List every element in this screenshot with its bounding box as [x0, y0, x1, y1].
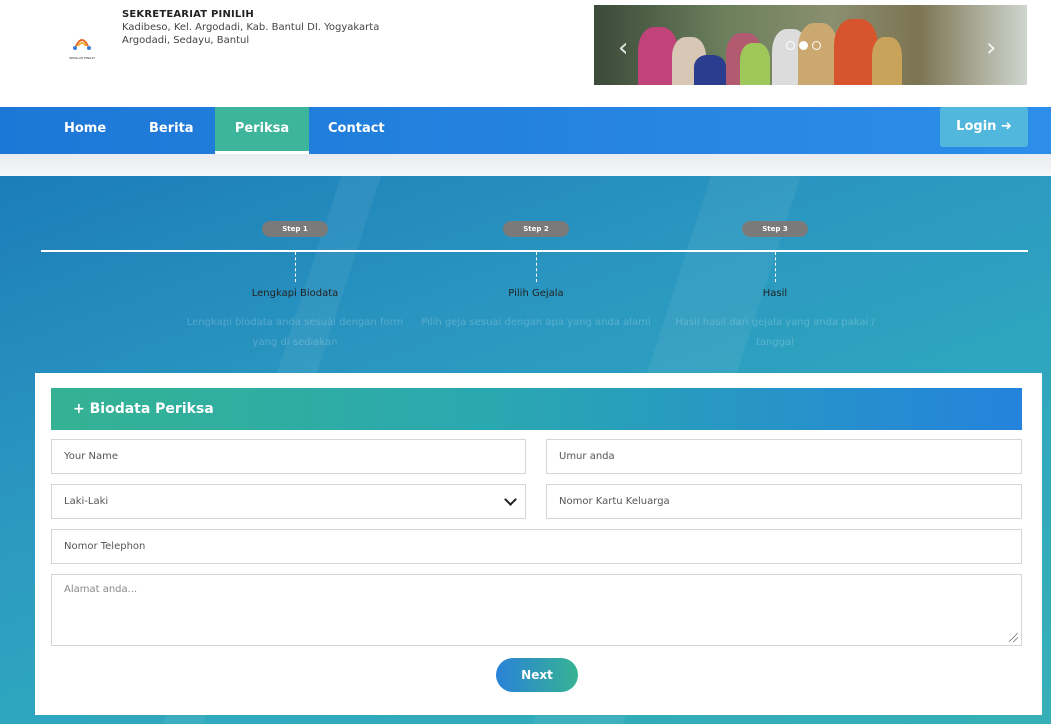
name-input[interactable]: Your Name: [51, 439, 526, 474]
login-button[interactable]: Login ➜: [940, 107, 1028, 147]
banner-dot-active[interactable]: [799, 41, 808, 50]
address-placeholder: Alamat anda...: [64, 584, 138, 595]
nav-item-periksa[interactable]: Periksa: [215, 107, 309, 154]
nav-item-contact[interactable]: Contact: [328, 107, 385, 154]
main-nav: Home Berita Periksa Contact Login ➜: [0, 107, 1051, 154]
nav-shadow: [0, 154, 1051, 176]
banner-photo-figure: [872, 37, 902, 85]
steps-line: [41, 250, 1028, 252]
step2-badge: Step 2: [503, 221, 569, 237]
org-address-line1: Kadibeso, Kel. Argodadi, Kab. Bantul DI.…: [122, 22, 380, 33]
step1-badge: Step 1: [262, 221, 328, 237]
step3-desc: Hasil hasil dari gejala yang anda pakai …: [675, 317, 875, 348]
step3-title: Hasil: [762, 288, 788, 299]
next-button[interactable]: Next: [496, 658, 578, 692]
kk-number-input[interactable]: Nomor Kartu Keluarga: [546, 484, 1022, 519]
step3-badge: Step 3: [742, 221, 808, 237]
step1-connector: [295, 252, 296, 282]
org-name: SEKRETEARIAT PINILIH: [122, 9, 254, 20]
banner-photo-figure: [740, 43, 770, 85]
step1-title: Lengkapi Biodata: [251, 288, 339, 299]
step2-title: Pilih Gejala: [508, 288, 564, 299]
step1-desc: Lengkapi biodata anda sesuai dengan form…: [186, 317, 404, 348]
phone-input[interactable]: Nomor Telephon: [51, 529, 1022, 564]
chevron-down-icon: [504, 493, 517, 506]
age-input[interactable]: Umur anda: [546, 439, 1022, 474]
banner-dots: [786, 41, 821, 50]
gender-select[interactable]: Laki-Laki: [51, 484, 526, 519]
org-address-line2: Argodadi, Sedayu, Bantul: [122, 35, 250, 46]
address-textarea[interactable]: Alamat anda...: [51, 574, 1022, 646]
step2-connector: [536, 252, 537, 282]
step2-desc: Pilih geja sesuai dengan apa yang anda a…: [421, 317, 651, 328]
nav-item-home[interactable]: Home: [64, 107, 106, 154]
nav-item-berita[interactable]: Berita: [149, 107, 194, 154]
gender-select-value: Laki-Laki: [64, 496, 109, 507]
banner-dot[interactable]: [786, 41, 795, 50]
banner-next-arrow[interactable]: ›: [986, 33, 996, 63]
site-header: SEKOLAH PINILIH SEKRETEARIAT PINILIH Kad…: [0, 0, 1051, 107]
form-title: + Biodata Periksa: [51, 388, 1022, 430]
logo-icon[interactable]: SEKOLAH PINILIH: [60, 28, 104, 62]
banner-prev-arrow[interactable]: ‹: [618, 33, 628, 63]
banner-dot[interactable]: [812, 41, 821, 50]
logo-caption: SEKOLAH PINILIH: [69, 56, 95, 60]
resize-handle-icon[interactable]: [1009, 633, 1018, 642]
banner-carousel[interactable]: ‹ ›: [594, 5, 1027, 85]
banner-photo-figure: [798, 23, 838, 85]
banner-photo-figure: [694, 55, 726, 85]
step3-connector: [775, 252, 776, 282]
